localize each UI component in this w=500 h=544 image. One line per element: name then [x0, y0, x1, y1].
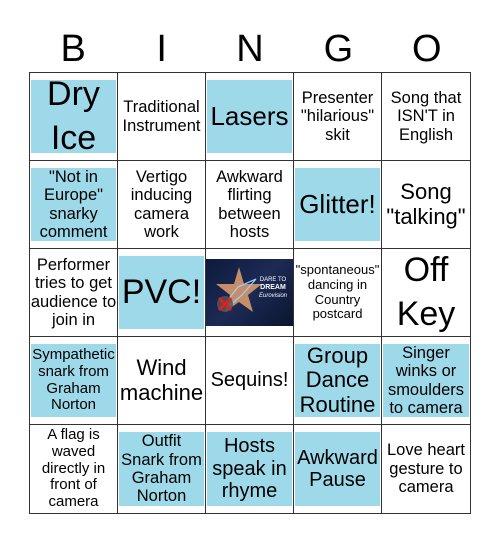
bingo-cell[interactable]: Song "talking"	[382, 161, 470, 249]
cell-text: Presenter "hilarious" skit	[300, 88, 375, 144]
cell-text: PVC!	[121, 272, 202, 311]
bingo-cell[interactable]: Vertigo inducing camera work	[118, 161, 206, 249]
bingo-cell[interactable]: Performer tries to get audience to join …	[30, 249, 118, 337]
cell-text: Awkward Pause	[297, 446, 378, 491]
logo-line: DARE TO	[259, 277, 287, 283]
logo-text: DARE TO DREAM Eurovision	[259, 277, 287, 300]
bingo-cell[interactable]: "spontaneous" dancing in Country postcar…	[294, 249, 382, 337]
cell-text: Traditional Instrument	[122, 98, 201, 135]
bingo-cell[interactable]: Lasers	[206, 73, 294, 161]
bingo-cell[interactable]: Sympathetic snark from Graham Norton	[30, 337, 118, 425]
cell-text: Dry Ice	[47, 74, 100, 157]
cell-text: Lasers	[210, 100, 289, 131]
cell-text: "spontaneous" dancing in Country postcar…	[295, 262, 380, 322]
logo-line: DREAM	[260, 284, 286, 292]
header-letter-b: B	[60, 28, 86, 70]
cell-text: Singer winks or smoulders to camera	[387, 343, 465, 417]
cell-text: Group Dance Routine	[299, 342, 376, 417]
bingo-cell[interactable]: "Not in Europe" snarky comment	[30, 161, 118, 249]
cell-text: Song "talking"	[386, 178, 466, 229]
bingo-cell[interactable]: Singer winks or smoulders to camera	[382, 337, 470, 425]
bingo-cell[interactable]: Traditional Instrument	[118, 73, 206, 161]
cell-text: Hosts speak in rhyme	[212, 435, 287, 503]
eurovision-logo-image: DARE TO DREAM Eurovision	[206, 259, 293, 326]
cell-text: "Not in Europe" snarky comment	[39, 167, 108, 241]
bingo-cell[interactable]: Love heart gesture to camera	[382, 425, 470, 513]
bingo-cell[interactable]: PVC!	[118, 249, 206, 337]
header-letter-g: G	[323, 28, 354, 70]
bingo-cell[interactable]: Presenter "hilarious" skit	[294, 73, 382, 161]
header-letter-o: O	[412, 28, 442, 70]
bingo-cell[interactable]: Hosts speak in rhyme	[206, 425, 294, 513]
logo-line: Eurovision	[258, 292, 287, 299]
cell-text: Glitter!	[299, 188, 376, 219]
cell-text: Love heart gesture to camera	[387, 441, 465, 497]
header-letter-i: I	[156, 28, 167, 70]
bingo-cell[interactable]: Glitter!	[294, 161, 382, 249]
bingo-cell[interactable]: Awkward Pause	[294, 425, 382, 513]
bingo-cell[interactable]: Group Dance Routine	[294, 337, 382, 425]
cell-text: Sequins!	[210, 369, 289, 392]
bingo-cell[interactable]: Wind machine	[118, 337, 206, 425]
cell-text: Sympathetic snark from Graham Norton	[32, 345, 115, 414]
header-letter-n: N	[236, 28, 264, 70]
cell-text: Vertigo inducing camera work	[130, 167, 193, 241]
cell-text: Off Key	[396, 250, 456, 333]
cell-text: A flag is waved directly in front of cam…	[41, 426, 106, 511]
bingo-cell[interactable]: A flag is waved directly in front of cam…	[30, 425, 118, 513]
bingo-cell[interactable]: Outfit Snark from Graham Norton	[118, 425, 206, 513]
cell-text: Awkward flirting between hosts	[216, 167, 283, 241]
bingo-cell[interactable]: Sequins!	[206, 337, 294, 425]
cell-text: Song that ISN'T in English	[390, 88, 462, 144]
bingo-header: B I N G O	[29, 26, 471, 72]
star-icon	[216, 267, 262, 312]
bingo-grid: Dry Ice Traditional Instrument Lasers Pr…	[29, 72, 471, 514]
bingo-cell[interactable]: Awkward flirting between hosts	[206, 161, 294, 249]
bingo-cell[interactable]: Song that ISN'T in English	[382, 73, 470, 161]
bingo-cell[interactable]: Dry Ice	[30, 73, 118, 161]
cell-text: Performer tries to get audience to join …	[30, 255, 117, 329]
cell-text: Wind machine	[119, 354, 204, 405]
free-space-cell[interactable]: DARE TO DREAM Eurovision	[206, 249, 294, 337]
cell-text: Outfit Snark from Graham Norton	[121, 432, 202, 506]
bingo-cell[interactable]: Off Key	[382, 249, 470, 337]
